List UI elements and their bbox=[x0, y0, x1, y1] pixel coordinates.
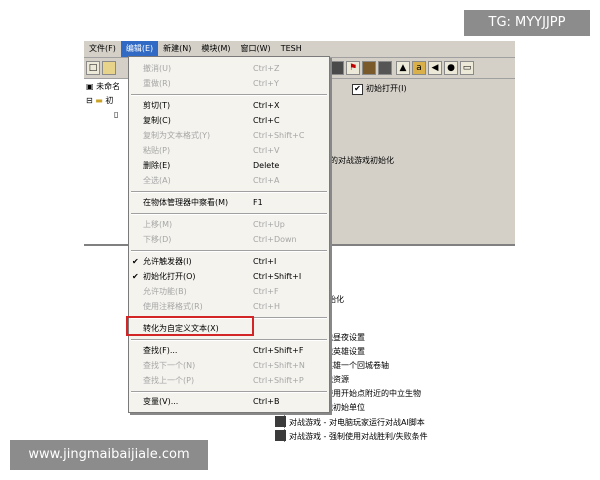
action-item[interactable]: 对战游戏 - 对电脑玩家运行对战AI脚本 bbox=[275, 416, 425, 428]
folder-icon: ▬ bbox=[95, 96, 103, 105]
menu-item-move-down[interactable]: 下移(D) Ctrl+Down bbox=[129, 232, 329, 247]
action-icon bbox=[275, 416, 286, 427]
menu-item-initially-on[interactable]: ✔ 初始化打开(O) Ctrl+Shift+I bbox=[129, 269, 329, 284]
initially-on-checkbox[interactable]: ✔ bbox=[352, 84, 363, 95]
menu-separator bbox=[131, 339, 327, 341]
terrain-tool-icon[interactable]: ▲ bbox=[396, 61, 410, 75]
menu-tesh[interactable]: TESH bbox=[276, 41, 307, 57]
tg-watermark: TG: MYYJJPP bbox=[464, 10, 590, 36]
menu-edit[interactable]: 编辑(E) bbox=[120, 41, 159, 57]
menu-item-select-all[interactable]: 全选(A) Ctrl+A bbox=[129, 173, 329, 188]
menu-separator bbox=[131, 250, 327, 252]
menu-separator bbox=[131, 94, 327, 96]
menu-item-find-previous[interactable]: 查找上一个(P) Ctrl+Shift+P bbox=[129, 373, 329, 388]
map-tool-icon[interactable] bbox=[362, 61, 376, 75]
init-label: 始化 bbox=[328, 295, 344, 304]
menu-file[interactable]: 文件(F) bbox=[84, 41, 121, 57]
camera-tool-icon[interactable] bbox=[378, 61, 392, 75]
menu-item-view-in-object-manager[interactable]: 在物体管理器中察看(M) F1 bbox=[129, 195, 329, 210]
menu-item-enable-trigger[interactable]: ✔ 允许触发器(I) Ctrl+I bbox=[129, 254, 329, 269]
collapse-box-icon: ⊟ bbox=[86, 96, 93, 105]
menu-item-move-up[interactable]: 上移(M) Ctrl+Up bbox=[129, 217, 329, 232]
menu-item-cut[interactable]: 剪切(T) Ctrl+X bbox=[129, 98, 329, 113]
tree-trigger-item[interactable]: ▯ bbox=[114, 109, 118, 121]
highlight-box bbox=[126, 316, 254, 336]
tree-root[interactable]: ▣ 未命名 bbox=[86, 81, 120, 93]
menu-item-copy-as-text[interactable]: 复制为文本格式(Y) Ctrl+Shift+C bbox=[129, 128, 329, 143]
menu-module[interactable]: 模块(M) bbox=[196, 41, 235, 57]
menu-item-paste[interactable]: 粘贴(P) Ctrl+V bbox=[129, 143, 329, 158]
check-mark-icon: ✔ bbox=[132, 272, 139, 281]
tree-folder[interactable]: ⊟ ▬ 初 bbox=[86, 95, 113, 107]
trigger-tool-icon[interactable] bbox=[330, 61, 344, 75]
menu-item-redo[interactable]: 重做(R) Ctrl+Y bbox=[129, 76, 329, 91]
menu-item-undo[interactable]: 撤消(U) Ctrl+Z bbox=[129, 61, 329, 76]
site-watermark: www.jingmaibaijiale.com bbox=[10, 440, 208, 470]
menu-window[interactable]: 窗口(W) bbox=[236, 41, 276, 57]
map-icon: ▣ bbox=[86, 82, 94, 91]
action-item[interactable]: 对战游戏 - 强制使用对战胜利/失败条件 bbox=[275, 430, 428, 442]
menu-item-copy[interactable]: 复制(C) Ctrl+C bbox=[129, 113, 329, 128]
menu-item-comment-format[interactable]: 使用注释格式(R) Ctrl+H bbox=[129, 299, 329, 314]
open-folder-icon[interactable] bbox=[102, 61, 116, 75]
new-file-icon[interactable]: □ bbox=[86, 61, 100, 75]
menu-item-find[interactable]: 查找(F)... Ctrl+Shift+F bbox=[129, 343, 329, 358]
menu-item-delete[interactable]: 删除(E) Delete bbox=[129, 158, 329, 173]
menu-separator bbox=[131, 191, 327, 193]
trigger-doc-icon: ▯ bbox=[114, 110, 119, 119]
action-icon bbox=[275, 430, 286, 441]
check-mark-icon: ✔ bbox=[132, 257, 139, 266]
red-flag-icon[interactable]: ⚑ bbox=[346, 61, 360, 75]
menu-item-enable-function[interactable]: 允许功能(B) Ctrl+F bbox=[129, 284, 329, 299]
initially-on-label: 初始打开(I) bbox=[366, 84, 407, 93]
tree-root-label: 未命名 bbox=[96, 82, 121, 91]
ai-tool-icon[interactable]: ● bbox=[444, 61, 458, 75]
unit-tool-icon[interactable]: a bbox=[412, 61, 426, 75]
menu-item-find-next[interactable]: 查找下一个(N) Ctrl+Shift+N bbox=[129, 358, 329, 373]
menu-separator bbox=[131, 391, 327, 393]
sound-tool-icon[interactable]: ◀ bbox=[428, 61, 442, 75]
trigger-comment-text: 认的对战游戏初始化 bbox=[322, 156, 394, 165]
menu-item-variables[interactable]: 变量(V)... Ctrl+B bbox=[129, 394, 329, 409]
menu-new[interactable]: 新建(N) bbox=[158, 41, 196, 57]
object-tool-icon[interactable]: ▭ bbox=[460, 61, 474, 75]
edit-menu-dropdown: 撤消(U) Ctrl+Z 重做(R) Ctrl+Y 剪切(T) Ctrl+X 复制(C… bbox=[128, 56, 330, 413]
tree-folder-label: 初 bbox=[105, 96, 114, 105]
menu-separator bbox=[131, 213, 327, 215]
